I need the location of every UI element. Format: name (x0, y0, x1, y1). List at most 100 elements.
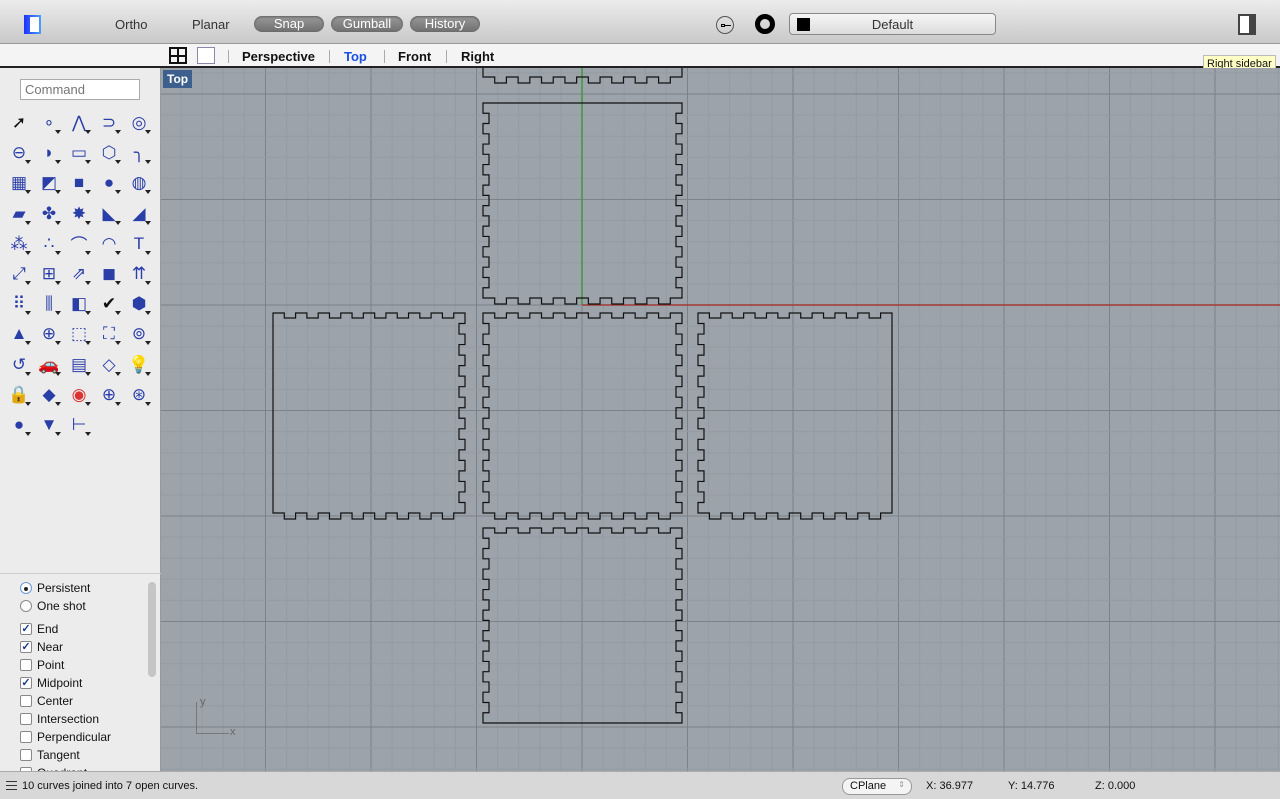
check-icon[interactable]: ✔ (94, 289, 124, 319)
flyout-arrow-icon (25, 160, 31, 165)
single-viewport-icon[interactable] (197, 47, 215, 64)
planar-button[interactable]: Planar (192, 17, 230, 32)
checkbox[interactable]: ✓ (20, 623, 32, 635)
ortho-button[interactable]: Ortho (115, 17, 148, 32)
tab-perspective[interactable]: Perspective (242, 49, 315, 64)
layer-material-icon[interactable]: ◆ (34, 380, 64, 410)
snap-persistent[interactable]: Persistent (20, 581, 90, 595)
rotate-view-icon[interactable]: ↺ (4, 350, 34, 380)
menu-lines-icon[interactable] (6, 781, 17, 790)
cylinder-icon[interactable]: ◍ (124, 168, 154, 198)
sweep-icon[interactable]: ◩ (34, 168, 64, 198)
transform-move-icon[interactable]: ⤢ (4, 259, 34, 289)
lock-icon[interactable]: 🔒 (4, 380, 34, 410)
snap-button[interactable]: Snap (254, 16, 324, 32)
tab-right[interactable]: Right (461, 49, 494, 64)
snap-tangent[interactable]: Tangent (20, 748, 80, 762)
rectangle-icon[interactable]: ▭ (64, 138, 94, 168)
zoom-selected-icon[interactable]: ⊚ (124, 319, 154, 349)
checkbox[interactable] (20, 713, 32, 725)
tab-top[interactable]: Top (344, 49, 367, 64)
shaded-sphere-icon[interactable]: ⊕ (94, 380, 124, 410)
snap-one-shot[interactable]: One shot (20, 599, 86, 613)
light-pyramid-icon[interactable]: ▲ (4, 319, 34, 349)
box-icon[interactable]: ■ (64, 168, 94, 198)
tab-front[interactable]: Front (398, 49, 431, 64)
circle-icon[interactable]: ◎ (124, 108, 154, 138)
osnap-icon[interactable] (716, 16, 734, 34)
trim-icon[interactable]: ◢ (124, 199, 154, 229)
snap-intersection[interactable]: Intersection (20, 712, 99, 726)
ellipse-icon[interactable]: ⊖ (4, 138, 34, 168)
layer-selector[interactable]: Default (789, 13, 996, 35)
curve-tools-icon[interactable]: ⌒ (64, 229, 94, 259)
viewport-label[interactable]: Top (163, 70, 193, 88)
curve-icon[interactable]: ⊃ (94, 108, 124, 138)
checkbox[interactable]: ✓ (20, 677, 32, 689)
checkbox[interactable] (20, 731, 32, 743)
flyout-arrow-icon (85, 250, 91, 255)
snap-near[interactable]: ✓ Near (20, 640, 63, 654)
spotlight-icon[interactable]: ▼ (34, 410, 64, 440)
project-icon[interactable]: ⇈ (124, 259, 154, 289)
boolean-solids-icon[interactable]: ● (94, 168, 124, 198)
four-viewports-icon[interactable] (169, 47, 187, 64)
boolean-solids-glyph: ● (103, 173, 115, 193)
control-points-icon[interactable]: ∴ (34, 229, 64, 259)
radio-button[interactable] (20, 600, 32, 612)
zoom-window-icon[interactable]: ⬚ (64, 319, 94, 349)
solid-edit-icon[interactable]: ◼ (94, 259, 124, 289)
checkbox[interactable] (20, 749, 32, 761)
right-sidebar-toggle-icon[interactable] (1238, 14, 1256, 35)
checkbox[interactable]: ✓ (20, 641, 32, 653)
surface-icon[interactable]: ▦ (4, 168, 34, 198)
split-pipe-icon[interactable]: ⫼ (34, 289, 64, 319)
array-icon[interactable]: ⠿ (4, 289, 34, 319)
snap-center[interactable]: Center (20, 694, 73, 708)
mesh-icon[interactable]: ⬢ (124, 289, 154, 319)
snap-point[interactable]: Point (20, 658, 64, 672)
grid-sphere-icon[interactable]: ⊛ (124, 380, 154, 410)
dimension-icon[interactable]: ⊢ (64, 410, 94, 440)
material-ring-icon[interactable] (755, 14, 775, 34)
split-icon[interactable]: ◣ (94, 199, 124, 229)
scrollbar[interactable] (148, 582, 156, 677)
fillet-icon[interactable]: ╮ (124, 138, 154, 168)
surface-patch-icon[interactable]: ▰ (4, 199, 34, 229)
viewport-canvas[interactable] (161, 68, 1280, 771)
zoom-extents-icon[interactable]: ⛶ (94, 319, 124, 349)
flyout-arrow-icon (145, 130, 151, 134)
array-rotate-icon[interactable]: ⇗ (64, 259, 94, 289)
analyze-icon[interactable]: ◧ (64, 289, 94, 319)
text-icon[interactable]: T (124, 229, 154, 259)
history-button[interactable]: History (410, 16, 480, 32)
render-sphere-icon[interactable]: ● (4, 410, 34, 440)
car-render-icon[interactable]: 🚗 (34, 350, 64, 380)
group-icon[interactable]: ⊞ (34, 259, 64, 289)
point-icon[interactable]: ∘ (34, 108, 64, 138)
arc-icon[interactable]: ◗ (34, 138, 64, 168)
zoom-icon[interactable]: ⊕ (34, 319, 64, 349)
select-arrow-icon[interactable]: ➚ (4, 108, 34, 138)
curve-offset-icon[interactable]: ◠ (94, 229, 124, 259)
polyline-icon[interactable]: ⋀ (64, 108, 94, 138)
explode-join-icon[interactable]: ✤ (34, 199, 64, 229)
cplane-select[interactable]: CPlane ⇕ (842, 778, 912, 795)
grid-icon[interactable]: ▤ (64, 350, 94, 380)
snap-perpendicular[interactable]: Perpendicular (20, 730, 111, 744)
light-bulb-icon[interactable]: 💡 (124, 350, 154, 380)
polygon-icon[interactable]: ⬡ (94, 138, 124, 168)
extrude-solid-icon[interactable]: ✸ (64, 199, 94, 229)
command-input[interactable] (20, 79, 140, 100)
top-viewport[interactable]: Top y x (161, 68, 1280, 771)
checkbox[interactable] (20, 659, 32, 671)
radio-button[interactable] (20, 582, 32, 594)
gumball-button[interactable]: Gumball (331, 16, 403, 32)
named-shapes-icon[interactable]: ◇ (94, 350, 124, 380)
color-wheel-icon[interactable]: ◉ (64, 380, 94, 410)
left-sidebar-toggle-icon[interactable] (24, 15, 41, 34)
checkbox[interactable] (20, 695, 32, 707)
point-display-icon[interactable]: ⁂ (4, 229, 34, 259)
snap-end[interactable]: ✓ End (20, 622, 58, 636)
snap-midpoint[interactable]: ✓ Midpoint (20, 676, 82, 690)
